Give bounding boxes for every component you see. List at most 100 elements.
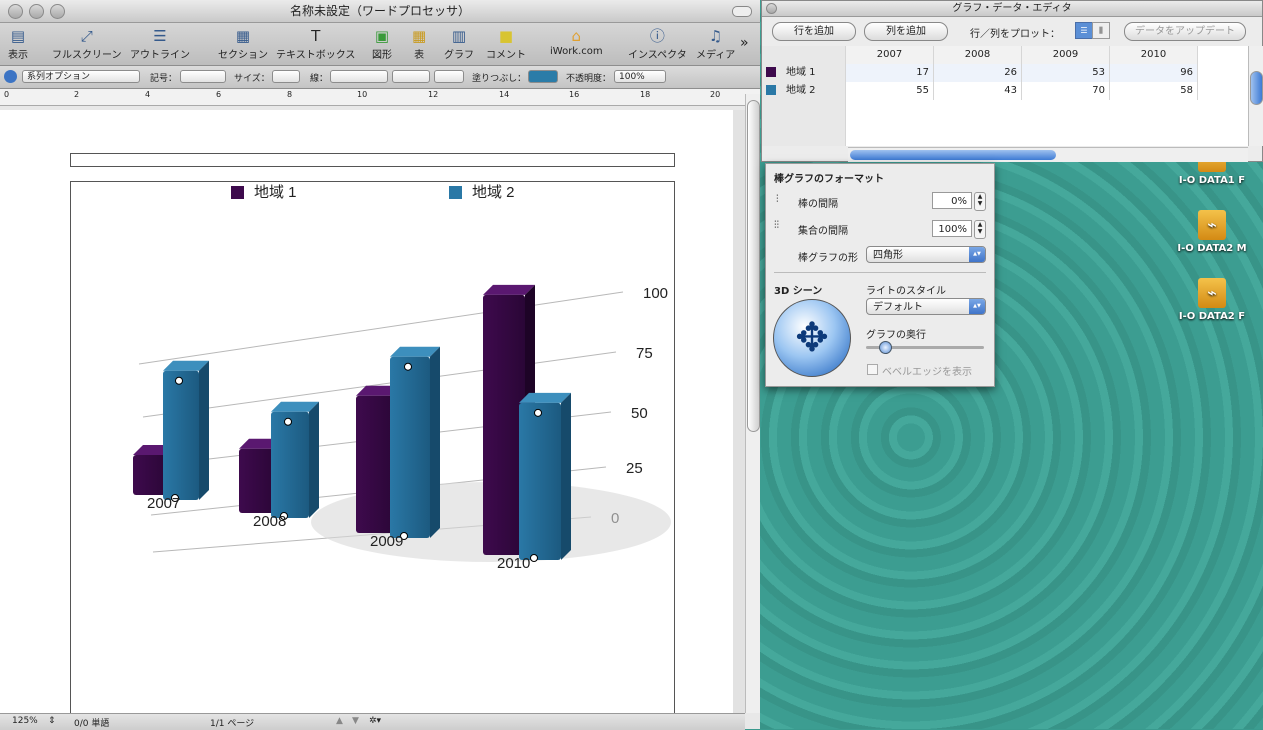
textbox-button[interactable]: Ｔ テキストボックス	[276, 26, 355, 61]
row-header[interactable]: 地域 1	[762, 64, 846, 82]
style-drawer-icon[interactable]	[4, 70, 17, 83]
size-label: サイズ：	[234, 74, 270, 84]
bar-2007-1	[163, 370, 199, 500]
shape-label: 棒グラフの形	[798, 253, 858, 264]
toolbar-overflow-icon[interactable]: »	[740, 35, 749, 51]
usb-drive-icon: ⌁	[1198, 278, 1226, 308]
document-page[interactable]: 02550751002007200820092010地域 1地域 2	[0, 110, 733, 713]
outline-button[interactable]: ☰ アウトライン	[130, 26, 190, 61]
bevel-checkbox[interactable]	[867, 364, 878, 375]
document-scrollbar[interactable]	[745, 94, 760, 713]
shape-select[interactable]: 四角形	[866, 246, 986, 263]
column-header[interactable]: 2009	[1022, 46, 1110, 64]
update-data-button[interactable]: データをアップデート	[1124, 22, 1246, 41]
data-cell[interactable]: 53	[1022, 64, 1110, 82]
close-window-button[interactable]	[8, 4, 23, 19]
style-select[interactable]: 系列オプション	[22, 70, 140, 83]
chart-frame[interactable]: 02550751002007200820092010地域 1地域 2	[70, 181, 675, 713]
bar-2010-1	[519, 402, 561, 560]
column-header[interactable]: 2008	[934, 46, 1022, 64]
page-down-icon[interactable]: ▼	[352, 716, 359, 726]
bar-chart[interactable]: 02550751002007200820092010地域 1地域 2	[71, 182, 674, 713]
column-header[interactable]: 2007	[846, 46, 934, 64]
view-button[interactable]: ▤ 表示	[8, 26, 28, 61]
editor-vertical-scrollbar[interactable]	[1248, 46, 1263, 146]
legend-label: 地域 1	[254, 184, 297, 201]
comment-icon: ■	[498, 27, 514, 45]
3d-rotate-control-icon[interactable]: ✥	[773, 299, 851, 377]
bar-2009-1	[390, 356, 430, 538]
view-icon: ▤	[10, 27, 26, 45]
line-color-well[interactable]	[434, 70, 464, 83]
main-toolbar: ▤ 表示 ⤢ フルスクリーン ☰ アウトライン ▦ セクション Ｔ テキストボックス ▣ 図…	[0, 23, 760, 66]
data-grid: 2007 2008 2009 2010 地域 1 17 26 53 96 地域 …	[762, 46, 1248, 146]
series-color-swatch	[766, 67, 776, 77]
desktop-icon-drive-2[interactable]: ⌁ I-O DATA2 M	[1167, 210, 1257, 254]
zoom-select[interactable]: 125%	[12, 716, 38, 726]
fullscreen-icon: ⤢	[80, 27, 93, 45]
bar-handle	[284, 417, 292, 426]
column-header[interactable]: 2010	[1110, 46, 1198, 64]
editor-title: グラフ・データ・エディタ	[952, 3, 1072, 14]
bar-handle	[404, 362, 412, 371]
document-scroll-thumb[interactable]	[747, 100, 760, 432]
data-cell[interactable]: 55	[846, 82, 934, 100]
info-icon: ⓘ	[649, 27, 665, 45]
data-cell[interactable]: 43	[934, 82, 1022, 100]
zoom-stepper-icon[interactable]: ⇕	[48, 716, 56, 726]
zoom-window-button[interactable]	[50, 4, 65, 19]
page-count: 1/1 ページ	[210, 719, 255, 729]
set-gap-stepper[interactable]: ▲ ▼	[974, 220, 986, 239]
editor-hscroll-thumb[interactable]	[850, 150, 1056, 160]
header-textbox[interactable]	[70, 153, 675, 167]
fullscreen-button[interactable]: ⤢ フルスクリーン	[52, 26, 122, 61]
size-field[interactable]	[272, 70, 300, 83]
symbol-select[interactable]	[180, 70, 226, 83]
close-editor-button[interactable]	[766, 3, 777, 14]
bar-gap-stepper[interactable]: ▲ ▼	[974, 192, 986, 211]
plot-columns-button[interactable]: ⫼	[1092, 22, 1110, 39]
media-icon: ♫	[708, 27, 723, 45]
set-gap-field[interactable]: 100%	[932, 220, 972, 237]
data-cell[interactable]: 17	[846, 64, 934, 82]
line-width-select[interactable]	[392, 70, 430, 83]
bar-gap-field[interactable]: 0%	[932, 192, 972, 209]
set-gap-label: 集合の間隔	[798, 226, 848, 237]
row-header[interactable]: 地域 2	[762, 82, 846, 100]
chart-button[interactable]: ▥ グラフ	[444, 26, 474, 61]
add-row-button[interactable]: 行を追加	[772, 22, 856, 41]
data-cell[interactable]: 70	[1022, 82, 1110, 100]
desktop-icon-label: I-O DATA2 M	[1177, 243, 1247, 254]
inspector-button[interactable]: ⓘ インスペクタ	[628, 26, 687, 61]
table-button[interactable]: ▦ 表	[412, 26, 426, 61]
data-cell[interactable]: 58	[1110, 82, 1198, 100]
editor-horizontal-scrollbar[interactable]	[848, 147, 1248, 162]
add-column-button[interactable]: 列を追加	[864, 22, 948, 41]
opacity-field[interactable]: 100%	[614, 70, 666, 83]
bar-2008-1	[271, 411, 309, 518]
opacity-label: 不透明度：	[566, 74, 612, 84]
minimize-window-button[interactable]	[29, 4, 44, 19]
editor-vscroll-thumb[interactable]	[1250, 71, 1263, 105]
toolbar-toggle-button[interactable]	[732, 6, 752, 17]
data-cell[interactable]: 26	[934, 64, 1022, 82]
ruler: 0 2 4 6 8 10 12 14 16 18 20	[0, 89, 760, 106]
media-button[interactable]: ♫ メディア	[696, 26, 735, 61]
light-style-select[interactable]: デフォルト	[866, 298, 986, 315]
line-style-select[interactable]	[330, 70, 388, 83]
iwork-button[interactable]: ⌂ iWork.com	[550, 26, 603, 57]
gear-icon[interactable]: ✲▾	[369, 716, 381, 726]
comment-button[interactable]: ■ コメント	[486, 26, 526, 61]
depth-slider-thumb[interactable]	[879, 341, 892, 354]
data-cell[interactable]: 96	[1110, 64, 1198, 82]
shape-button[interactable]: ▣ 図形	[372, 26, 392, 61]
x-tick-label: 2008	[253, 513, 286, 530]
grid-corner	[762, 46, 846, 64]
page-up-icon[interactable]: ▲	[336, 716, 343, 726]
desktop-icon-drive-3[interactable]: ⌁ I-O DATA2 F	[1167, 278, 1257, 322]
plot-rows-button[interactable]: ☰	[1075, 22, 1093, 39]
pages-window: 名称未設定（ワードプロセッサ） ▤ 表示 ⤢ フルスクリーン ☰ アウトライン ▦ セク…	[0, 0, 760, 730]
fill-color-well[interactable]	[528, 70, 558, 83]
bar-format-panel: 棒グラフのフォーマット ⫶ 棒の間隔 0% ▲ ▼ ⫶⫶ 集合の間隔 100% ▲…	[765, 163, 995, 387]
section-button[interactable]: ▦ セクション	[218, 26, 268, 61]
